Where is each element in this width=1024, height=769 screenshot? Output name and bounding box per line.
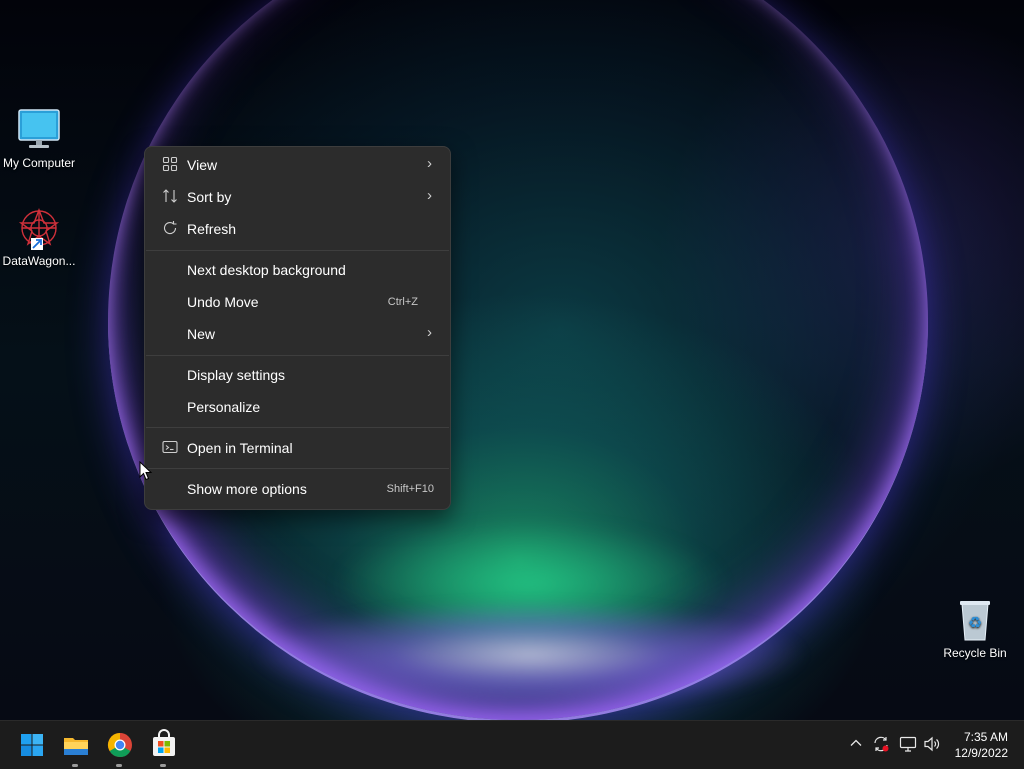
network-icon[interactable] [899,735,917,756]
menu-item-shortcut: Ctrl+Z [387,296,418,308]
menu-item-refresh[interactable]: Refresh [149,214,446,244]
datawagon-icon [17,206,61,250]
chevron-right-icon: › [427,324,432,341]
menu-item-label: Personalize [187,399,261,415]
chrome-icon [107,733,132,758]
menu-separator [146,427,449,428]
menu-item-sort-by[interactable]: Sort by › [149,182,446,212]
mouse-cursor-icon [139,460,153,481]
running-indicator [160,764,166,767]
menu-item-view[interactable]: View › [149,150,446,180]
system-clock[interactable]: 7:35 AM 12/9/2022 [955,729,1008,761]
wallpaper-glow-purple [250,600,810,710]
store-icon [153,729,175,756]
clock-time: 7:35 AM [963,730,1008,744]
menu-separator [146,468,449,469]
recycle-bin-icon: ♻ [953,598,997,642]
desktop-icon-label: DataWagon... [2,254,76,268]
volume-icon[interactable] [923,735,941,756]
taskbar-microsoft-store[interactable] [148,729,180,767]
desktop-icon-my-computer[interactable]: My Computer [0,108,78,170]
menu-item-open-in-terminal[interactable]: Open in Terminal [149,433,446,463]
menu-item-undo-move[interactable]: Undo Move Ctrl+Z [149,287,446,317]
menu-item-label: View [187,157,218,173]
monitor-icon [17,108,61,152]
sort-icon [161,188,179,206]
menu-item-shortcut: Shift+F10 [386,483,434,495]
desktop-context-menu: View › Sort by › Refresh Next desktop ba… [144,146,451,510]
menu-item-label: Open in Terminal [187,440,293,456]
chevron-right-icon: › [427,187,432,204]
menu-item-label: Display settings [187,367,286,383]
refresh-icon [161,220,179,238]
desktop-icon-label: My Computer [2,156,76,170]
menu-item-label: Refresh [187,221,237,237]
desktop-icon-recycle-bin[interactable]: ♻ Recycle Bin [936,598,1014,660]
menu-item-label: Show more options [187,481,307,497]
start-button[interactable] [16,729,48,761]
taskbar-chrome[interactable] [104,729,136,767]
running-indicator [72,764,78,767]
folder-icon [64,738,88,755]
svg-text:♻: ♻ [968,613,982,632]
chevron-up-icon[interactable] [848,735,864,754]
taskbar: 7:35 AM 12/9/2022 [0,720,1024,769]
clock-date: 12/9/2022 [954,746,1008,760]
sync-status-icon[interactable] [872,735,890,756]
taskbar-file-explorer[interactable] [60,729,92,767]
menu-separator [146,250,449,251]
menu-item-label: Next desktop background [187,262,346,278]
chevron-right-icon: › [427,155,432,172]
menu-item-personalize[interactable]: Personalize [149,392,446,422]
desktop-icon-label: Recycle Bin [943,646,1007,660]
menu-item-next-desktop-background[interactable]: Next desktop background [149,255,446,285]
menu-item-show-more-options[interactable]: Show more options Shift+F10 [149,474,446,504]
menu-item-label: New [187,326,216,342]
running-indicator [116,764,122,767]
menu-item-display-settings[interactable]: Display settings [149,360,446,390]
menu-item-label: Undo Move [187,294,259,310]
terminal-icon [161,439,179,457]
menu-separator [146,355,449,356]
windows-logo-icon [21,734,43,756]
menu-item-label: Sort by [187,189,232,205]
desktop-icon-datawagon[interactable]: DataWagon... [0,206,78,268]
grid-icon [161,156,179,174]
menu-item-new[interactable]: New › [149,319,446,349]
